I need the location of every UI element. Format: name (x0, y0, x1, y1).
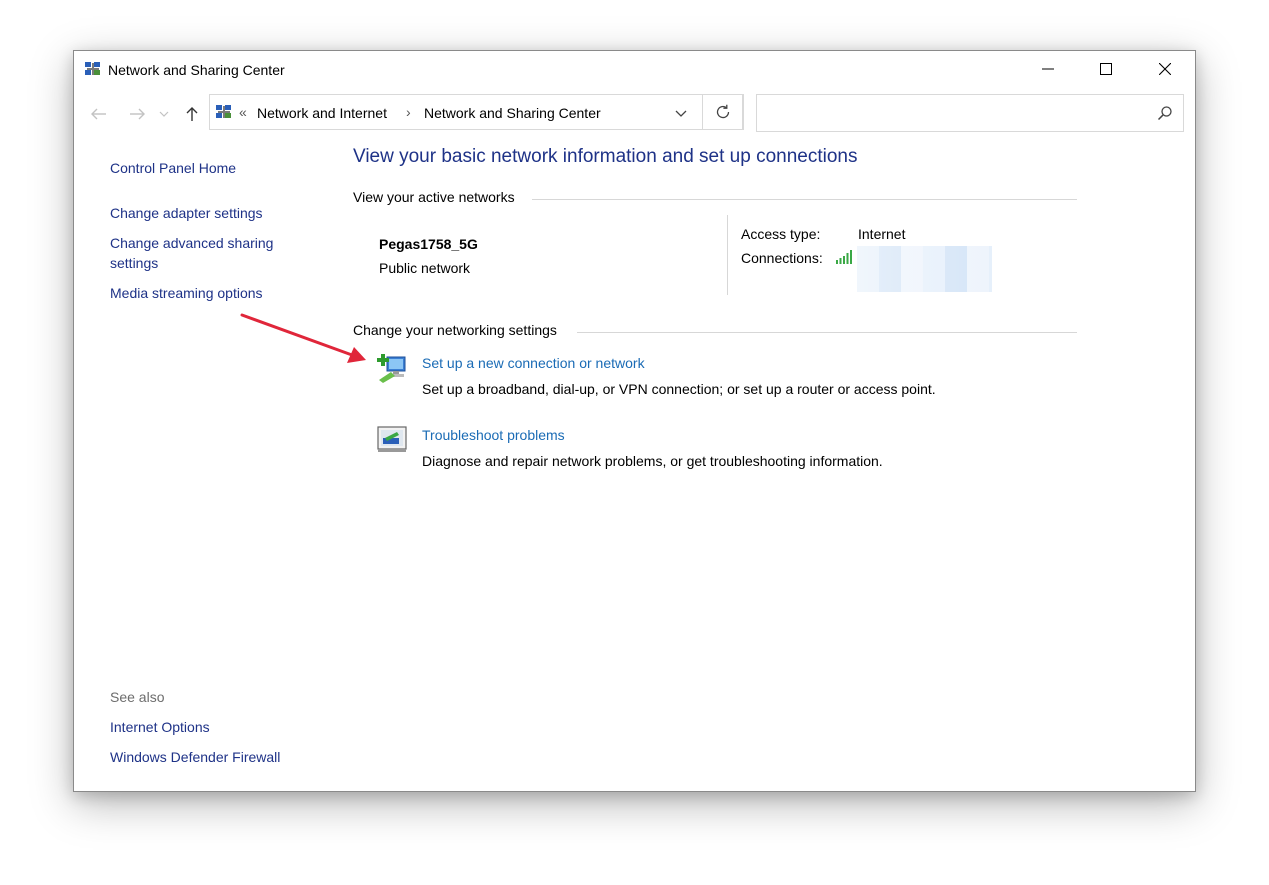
maximize-icon (1100, 63, 1112, 75)
search-icon[interactable] (1157, 105, 1173, 121)
back-button[interactable] (89, 104, 109, 124)
breadcrumb-network-and-internet[interactable]: Network and Internet (257, 105, 387, 121)
up-arrow-icon (186, 107, 198, 121)
see-also-heading: See also (110, 689, 165, 705)
windows-defender-firewall-link[interactable]: Windows Defender Firewall (110, 747, 280, 767)
annotation-arrow-icon (240, 313, 366, 363)
internet-options-link[interactable]: Internet Options (110, 717, 210, 737)
page-title: View your basic network information and … (353, 146, 858, 167)
setup-new-connection-link[interactable]: Set up a new connection or network (422, 355, 645, 371)
new-connection-icon (377, 354, 406, 383)
window-title: Network and Sharing Center (108, 62, 285, 78)
wifi-signal-icon[interactable] (836, 250, 854, 264)
setup-new-connection-description: Set up a broadband, dial-up, or VPN conn… (422, 381, 936, 397)
forward-arrow-icon (130, 108, 145, 120)
breadcrumb-overflow[interactable]: « (239, 104, 247, 120)
chevron-down-icon (159, 111, 169, 117)
minimize-icon (1042, 68, 1054, 70)
network-sharing-center-window: Network and Sharing Center « Network and… (73, 50, 1196, 792)
network-category-link[interactable]: Public network (379, 260, 470, 276)
control-panel-home-link[interactable]: Control Panel Home (110, 158, 236, 178)
maximize-button[interactable] (1077, 51, 1135, 87)
refresh-icon (716, 104, 730, 119)
troubleshoot-icon (377, 426, 407, 452)
troubleshoot-problems-link[interactable]: Troubleshoot problems (422, 427, 565, 443)
network-app-icon (85, 62, 100, 75)
recent-locations-button[interactable] (157, 104, 171, 124)
troubleshoot-problems-description: Diagnose and repair network problems, or… (422, 453, 883, 469)
media-streaming-options-link[interactable]: Media streaming options (110, 283, 263, 303)
access-type-value: Internet (858, 226, 906, 242)
section-divider (532, 199, 1077, 200)
up-button[interactable] (182, 104, 202, 124)
back-arrow-icon (91, 108, 106, 120)
network-name: Pegas1758_5G (379, 236, 478, 252)
breadcrumb-network-and-sharing-center[interactable]: Network and Sharing Center (424, 105, 601, 121)
breadcrumb-separator[interactable]: › (406, 104, 411, 120)
network-location-icon (216, 105, 231, 118)
change-settings-heading: Change your networking settings (353, 322, 557, 338)
change-advanced-sharing-settings-link[interactable]: Change advanced sharing settings (110, 233, 300, 273)
access-type-label: Access type: (741, 226, 821, 242)
address-dropdown-icon[interactable] (672, 104, 690, 122)
section-divider (577, 332, 1077, 333)
title-bar[interactable]: Network and Sharing Center (74, 51, 1195, 89)
search-input[interactable] (763, 103, 1147, 125)
blurred-connection-name[interactable] (857, 246, 992, 292)
connections-label: Connections: (741, 250, 823, 266)
close-button[interactable] (1136, 51, 1194, 87)
change-adapter-settings-link[interactable]: Change adapter settings (110, 203, 263, 223)
search-box[interactable] (756, 94, 1184, 132)
active-networks-heading: View your active networks (353, 189, 515, 205)
close-icon (1159, 63, 1171, 75)
forward-button[interactable] (127, 104, 147, 124)
minimize-button[interactable] (1019, 51, 1077, 87)
refresh-button[interactable] (702, 94, 744, 130)
network-info-divider (727, 215, 728, 295)
address-bar[interactable]: « Network and Internet › Network and Sha… (209, 94, 743, 130)
